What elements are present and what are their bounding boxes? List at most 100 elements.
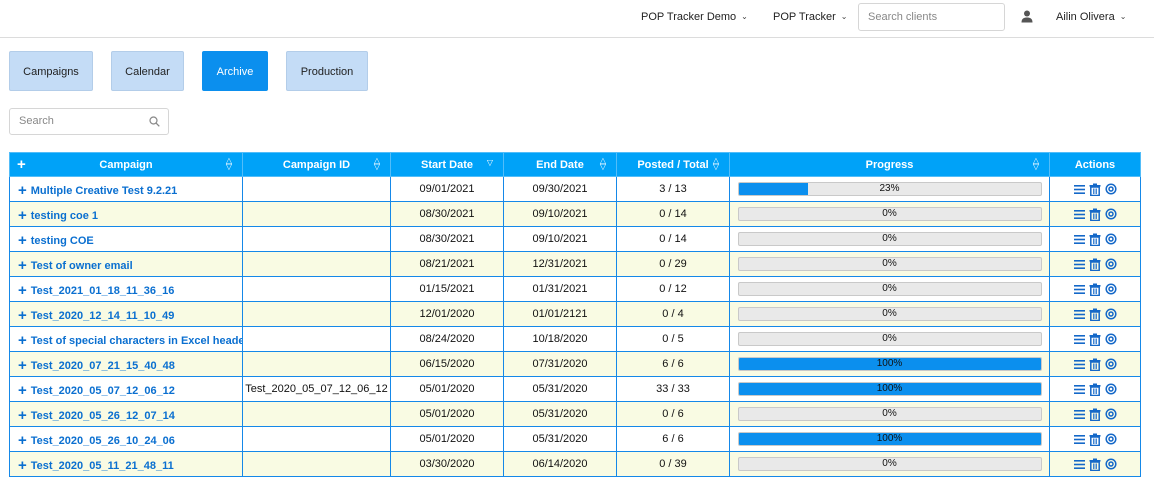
expand-plus-icon[interactable]: + [18, 357, 27, 374]
campaign-cell[interactable]: + Test_2020_05_11_21_48_11 [9, 451, 243, 477]
sort-icon[interactable]: △ ▽ [713, 157, 719, 171]
campaign-cell[interactable]: + Test_2020_05_07_12_06_12 [9, 376, 243, 402]
expand-plus-icon[interactable]: + [18, 207, 27, 224]
workspace-dropdown[interactable]: POP Tracker Demo ⌄ [641, 11, 748, 23]
list-icon[interactable] [1073, 409, 1085, 420]
trash-icon[interactable] [1089, 383, 1101, 396]
expand-plus-icon[interactable]: + [18, 457, 27, 474]
list-icon[interactable] [1073, 284, 1085, 295]
list-icon[interactable] [1073, 184, 1085, 195]
column-header-campaign[interactable]: + Campaign △ ▽ [9, 152, 243, 177]
campaign-cell[interactable]: + Test of owner email [9, 251, 243, 277]
campaign-cell[interactable]: + Test_2020_05_26_12_07_14 [9, 401, 243, 427]
tab-campaigns[interactable]: Campaigns [9, 51, 93, 91]
campaign-cell[interactable]: + Multiple Creative Test 9.2.21 [9, 176, 243, 202]
list-icon[interactable] [1073, 209, 1085, 220]
column-header-progress[interactable]: Progress △ ▽ [729, 152, 1050, 177]
column-header-campaign-id[interactable]: Campaign ID △ ▽ [242, 152, 391, 177]
list-icon[interactable] [1073, 259, 1085, 270]
campaign-name-link[interactable]: Test_2020_05_26_12_07_14 [31, 410, 175, 422]
list-icon[interactable] [1073, 434, 1085, 445]
sort-icon[interactable]: △ ▽ [1033, 157, 1039, 171]
trash-icon[interactable] [1089, 308, 1101, 321]
tab-archive[interactable]: Archive [202, 51, 268, 91]
campaign-name-link[interactable]: Test_2020_05_07_12_06_12 [31, 385, 175, 397]
list-icon[interactable] [1073, 234, 1085, 245]
campaign-name-link[interactable]: Test_2020_12_14_11_10_49 [31, 310, 175, 322]
expand-plus-icon[interactable]: + [18, 382, 27, 399]
trash-icon[interactable] [1089, 183, 1101, 196]
sort-icon[interactable]: △ ▽ [600, 157, 606, 171]
campaign-cell[interactable]: + Test of special characters in Excel hea… [9, 326, 243, 352]
search-clients-input[interactable]: Search clients [858, 3, 1005, 31]
column-header-start-date[interactable]: Start Date ▽ [390, 152, 504, 177]
campaign-cell[interactable]: + Test_2021_01_18_11_36_16 [9, 276, 243, 302]
target-icon[interactable] [1104, 308, 1117, 320]
sort-icon[interactable]: △ ▽ [374, 157, 380, 171]
user-menu-dropdown[interactable]: Ailin Olivera ⌄ [1056, 11, 1126, 23]
expand-plus-icon[interactable]: + [18, 232, 27, 249]
table-row[interactable]: + Test of owner email 08/21/2021 12/31/20… [9, 251, 1141, 277]
table-row[interactable]: + Test_2020_12_14_11_10_49 12/01/2020 01/… [9, 301, 1141, 327]
target-icon[interactable] [1104, 283, 1117, 295]
list-icon[interactable] [1073, 309, 1085, 320]
campaign-cell[interactable]: + Test_2020_12_14_11_10_49 [9, 301, 243, 327]
expand-plus-icon[interactable]: + [18, 282, 27, 299]
trash-icon[interactable] [1089, 358, 1101, 371]
campaign-name-link[interactable]: Test_2020_05_11_21_48_11 [31, 460, 174, 472]
target-icon[interactable] [1104, 433, 1117, 445]
table-row[interactable]: + Test of special characters in Excel hea… [9, 326, 1141, 352]
table-row[interactable]: + Test_2020_05_26_12_07_14 05/01/2020 05/… [9, 401, 1141, 427]
target-icon[interactable] [1104, 258, 1117, 270]
table-row[interactable]: + testing COE 08/30/2021 09/10/2021 0 / 1… [9, 226, 1141, 252]
campaign-cell[interactable]: + Test_2020_07_21_15_40_48 [9, 351, 243, 377]
table-row[interactable]: + Test_2020_05_26_10_24_06 05/01/2020 05/… [9, 426, 1141, 452]
target-icon[interactable] [1104, 408, 1117, 420]
expand-plus-icon[interactable]: + [18, 407, 27, 424]
campaign-cell[interactable]: + Test_2020_05_26_10_24_06 [9, 426, 243, 452]
campaign-cell[interactable]: + testing coe 1 [9, 201, 243, 227]
campaign-name-link[interactable]: testing COE [31, 235, 94, 247]
expand-plus-icon[interactable]: + [18, 307, 27, 324]
app-dropdown[interactable]: POP Tracker ⌄ [773, 11, 847, 23]
table-row[interactable]: + Test_2021_01_18_11_36_16 01/15/2021 01/… [9, 276, 1141, 302]
add-campaign-plus-icon[interactable]: + [17, 156, 26, 173]
trash-icon[interactable] [1089, 408, 1101, 421]
expand-plus-icon[interactable]: + [18, 432, 27, 449]
target-icon[interactable] [1104, 208, 1117, 220]
column-header-posted-total[interactable]: Posted / Total △ ▽ [616, 152, 730, 177]
list-icon[interactable] [1073, 384, 1085, 395]
target-icon[interactable] [1104, 358, 1117, 370]
trash-icon[interactable] [1089, 283, 1101, 296]
tab-calendar[interactable]: Calendar [111, 51, 184, 91]
table-row[interactable]: + Test_2020_05_07_12_06_12 Test_2020_05_0… [9, 376, 1141, 402]
target-icon[interactable] [1104, 333, 1117, 345]
trash-icon[interactable] [1089, 433, 1101, 446]
tab-production[interactable]: Production [286, 51, 368, 91]
expand-plus-icon[interactable]: + [18, 257, 27, 274]
campaign-name-link[interactable]: Test of owner email [31, 260, 133, 272]
expand-plus-icon[interactable]: + [18, 182, 27, 199]
target-icon[interactable] [1104, 233, 1117, 245]
trash-icon[interactable] [1089, 233, 1101, 246]
sort-icon[interactable]: △ ▽ [226, 157, 232, 171]
list-icon[interactable] [1073, 334, 1085, 345]
sort-descending-icon[interactable]: ▽ [487, 159, 493, 167]
trash-icon[interactable] [1089, 458, 1101, 471]
campaign-name-link[interactable]: Multiple Creative Test 9.2.21 [31, 185, 178, 197]
expand-plus-icon[interactable]: + [18, 332, 27, 349]
table-row[interactable]: + Test_2020_05_11_21_48_11 03/30/2020 06/… [9, 451, 1141, 477]
campaign-name-link[interactable]: Test_2021_01_18_11_36_16 [31, 285, 175, 297]
column-header-end-date[interactable]: End Date △ ▽ [503, 152, 617, 177]
list-icon[interactable] [1073, 359, 1085, 370]
campaign-name-link[interactable]: Test_2020_07_21_15_40_48 [31, 360, 175, 372]
table-row[interactable]: + testing coe 1 08/30/2021 09/10/2021 0 /… [9, 201, 1141, 227]
search-input[interactable]: Search [9, 108, 169, 135]
campaign-cell[interactable]: + testing COE [9, 226, 243, 252]
target-icon[interactable] [1104, 458, 1117, 470]
user-icon[interactable] [1021, 10, 1033, 23]
campaign-name-link[interactable]: Test of special characters in Excel head… [31, 335, 242, 347]
campaign-name-link[interactable]: testing coe 1 [31, 210, 98, 222]
trash-icon[interactable] [1089, 333, 1101, 346]
campaign-name-link[interactable]: Test_2020_05_26_10_24_06 [31, 435, 175, 447]
